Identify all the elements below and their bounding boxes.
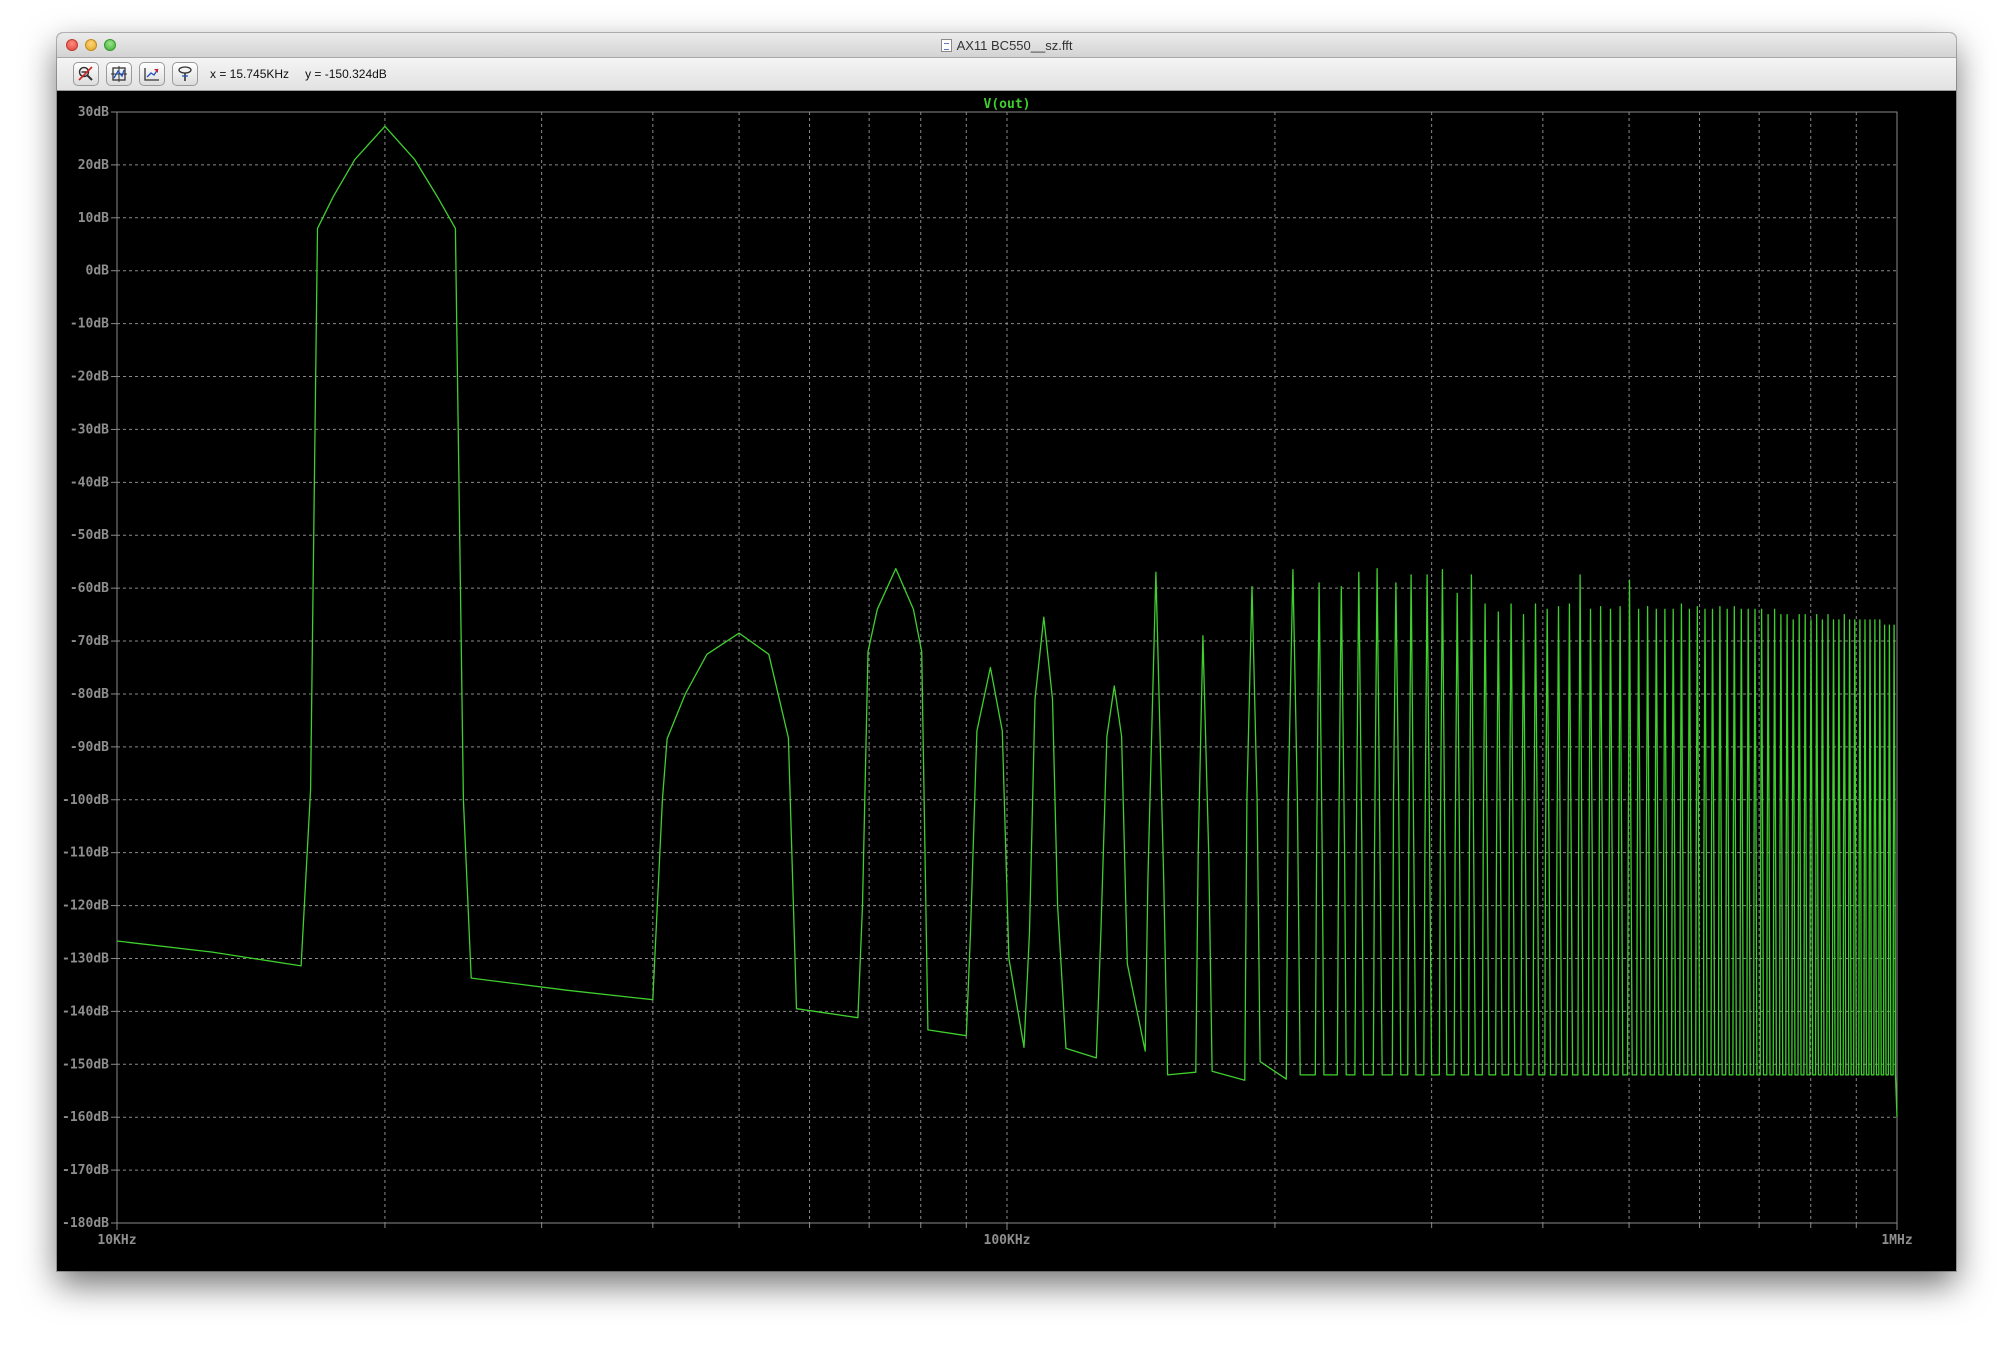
zoom-cursor-icon: [144, 68, 159, 81]
probe-icon: [178, 66, 192, 81]
fft-plot[interactable]: 30dB 20dB 10dB 0dB -10dB -20dB -30dB -40dB -50dB…: [57, 91, 1956, 1271]
y-tick-label: -70dB: [70, 634, 109, 649]
zoom-out-icon: [78, 66, 93, 81]
y-tick-label: -160dB: [62, 1110, 109, 1125]
y-tick-label: 0dB: [86, 264, 110, 279]
title-bar: AX11 BC550__sz.fft: [57, 33, 1956, 58]
window-title: AX11 BC550__sz.fft: [956, 37, 1073, 53]
y-tick-label: -120dB: [62, 899, 109, 914]
x-tick-label: 100KHz: [984, 1233, 1031, 1248]
y-tick-label: -20dB: [70, 370, 109, 385]
y-tick-label: -80dB: [70, 687, 109, 702]
document-icon: [940, 38, 952, 52]
y-tick-label: 10dB: [78, 211, 109, 226]
x-tick-label: 1MHz: [1881, 1233, 1912, 1248]
y-tick-label: -90dB: [70, 740, 109, 755]
y-tick-label: -30dB: [70, 422, 109, 437]
probe-button[interactable]: [172, 62, 198, 86]
y-tick-label: -180dB: [62, 1216, 109, 1231]
y-tick-label: -40dB: [70, 475, 109, 490]
cursor-readout: x = 15.745KHz y = -150.324dB: [210, 67, 387, 81]
y-tick-label: -110dB: [62, 846, 109, 861]
title-wrap: AX11 BC550__sz.fft: [57, 33, 1956, 57]
y-tick-label: -170dB: [62, 1163, 109, 1178]
y-tick-label: 30dB: [78, 105, 109, 120]
autorange-button[interactable]: [106, 62, 132, 86]
y-tick-label: -60dB: [70, 581, 109, 596]
y-tick-label: 20dB: [78, 158, 109, 173]
y-tick-label: -10dB: [70, 317, 109, 332]
chart-title: V(out): [984, 97, 1031, 112]
y-tick-label: -150dB: [62, 1057, 109, 1072]
x-tick-label: 10KHz: [97, 1233, 136, 1248]
y-tick-label: -50dB: [70, 528, 109, 543]
autorange-icon: [111, 66, 127, 82]
y-tick-label: -130dB: [62, 951, 109, 966]
y-tick-label: -100dB: [62, 793, 109, 808]
y-tick-label: -140dB: [62, 1004, 109, 1019]
ltspice-waveform-window: AX11 BC550__sz.fft x = 15.745KHz y = -15…: [57, 33, 1956, 1271]
zoom-out-button[interactable]: [73, 62, 99, 86]
readout-y: y = -150.324dB: [305, 67, 387, 81]
toolbar: x = 15.745KHz y = -150.324dB: [57, 58, 1956, 91]
zoom-cursor-button[interactable]: [139, 62, 165, 86]
readout-x: x = 15.745KHz: [210, 67, 290, 81]
